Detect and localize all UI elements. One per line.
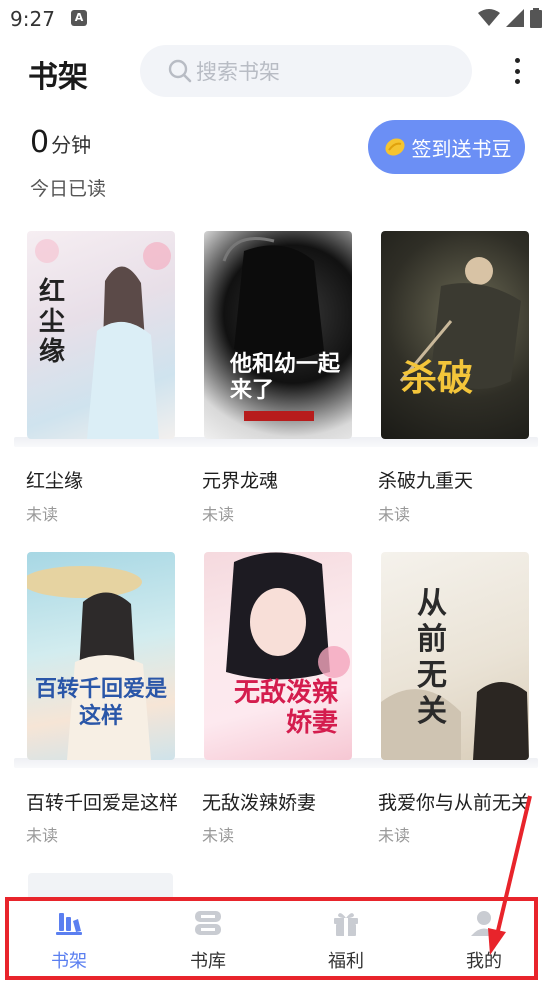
annotation-arrow — [488, 795, 532, 955]
